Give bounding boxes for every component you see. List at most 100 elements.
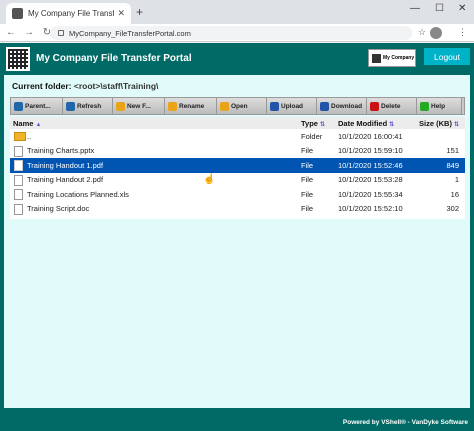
file-list: Name ▲ Type ⇅ Date Modified ⇅ Size (KB) ⇅ ..… <box>10 117 465 219</box>
back-icon[interactable]: ← <box>4 27 18 38</box>
column-size[interactable]: Size (KB) ⇅ <box>419 119 459 128</box>
address-bar[interactable]: MyCompany_FileTransferPortal.com <box>50 26 412 40</box>
parent-button[interactable]: Parent... <box>11 98 63 114</box>
folder-icon <box>14 132 26 141</box>
tab-title: My Company File Transfer Portal <box>28 9 115 18</box>
file-list-header: Name ▲ Type ⇅ Date Modified ⇅ Size (KB) ⇅ <box>10 117 465 129</box>
footer-credit: Powered by VShell® - VanDyke Software <box>342 418 468 426</box>
file-row[interactable]: Training Locations Planned.xls File 10/1/2… <box>10 187 465 202</box>
file-size: 16 <box>450 189 459 199</box>
maximize-icon[interactable]: ☐ <box>435 3 444 14</box>
sort-icon: ⇅ <box>453 121 459 128</box>
file-rows: .. Folder 10/1/2020 16:00:41 Training Chart… <box>10 129 465 216</box>
file-row[interactable]: Training Handout 2.pdf File 10/1/2020 15:5… <box>10 172 465 187</box>
file-date: 10/1/2020 16:00:41 <box>338 131 403 141</box>
refresh-icon <box>66 101 75 111</box>
file-type: File <box>301 204 314 214</box>
action-label: Refresh <box>77 102 102 110</box>
file-size: 302 <box>446 204 459 214</box>
browser-tab-strip: My Company File Transfer Portal ✕ + — ☐ … <box>0 0 474 24</box>
action-label: Help <box>431 102 446 110</box>
action-label: Download <box>331 102 363 110</box>
help-button[interactable]: Help <box>417 98 462 114</box>
file-name: Training Locations Planned.xls <box>27 189 129 199</box>
rename-button[interactable]: Rename <box>165 98 217 114</box>
rename-icon <box>168 101 177 111</box>
file-date: 10/1/2020 15:52:10 <box>338 204 403 214</box>
column-name[interactable]: Name ▲ <box>13 119 41 128</box>
file-browser-panel: Current folder: <root>\staff\Training\ P… <box>4 75 470 408</box>
action-label: Upload <box>281 102 304 110</box>
file-row[interactable]: Training Handout 1.pdf File 10/1/2020 15:5… <box>10 158 465 173</box>
sort-ascending-icon: ▲ <box>35 121 42 128</box>
current-folder-path: <root>\staff\Training\ <box>73 81 159 91</box>
file-size: 151 <box>446 146 459 156</box>
current-folder: Current folder: <root>\staff\Training\ <box>12 81 158 91</box>
logout-button[interactable]: Logout <box>424 48 470 65</box>
file-type: File <box>301 160 314 170</box>
close-window-icon[interactable]: ✕ <box>458 3 466 14</box>
browser-toolbar: ← → ↻ MyCompany_FileTransferPortal.com ☆… <box>0 24 474 42</box>
browser-menu-icon[interactable]: ⋮ <box>458 27 467 38</box>
file-icon <box>14 160 23 171</box>
file-type: File <box>301 189 314 199</box>
action-label: Open <box>231 102 248 110</box>
action-toolbar: Parent... Refresh New F... Rename Open Upload… <box>10 97 465 115</box>
file-icon <box>14 189 23 200</box>
parent-folder-row[interactable]: .. Folder 10/1/2020 16:00:41 <box>10 129 465 144</box>
file-name: Training Charts.pptx <box>27 146 95 156</box>
column-date-modified[interactable]: Date Modified ⇅ <box>338 119 394 128</box>
portal-app: My Company File Transfer Portal My Compa… <box>0 43 474 431</box>
open-button[interactable]: Open <box>217 98 267 114</box>
action-label: Rename <box>179 102 205 110</box>
profile-avatar[interactable] <box>430 27 442 39</box>
minimize-icon[interactable]: — <box>410 3 420 14</box>
file-type: File <box>301 175 314 185</box>
forward-icon[interactable]: → <box>22 27 36 38</box>
new-folder-icon <box>116 101 125 111</box>
file-type: Folder <box>301 131 323 141</box>
download-icon <box>320 101 329 111</box>
current-folder-label: Current folder: <box>12 81 72 91</box>
upload-button[interactable]: Upload <box>267 98 317 114</box>
bookmark-star-icon[interactable]: ☆ <box>418 27 426 38</box>
file-type: File <box>301 146 314 156</box>
file-date: 10/1/2020 15:55:34 <box>338 189 403 199</box>
file-icon <box>14 203 23 215</box>
help-icon <box>420 101 429 111</box>
file-name: Training Script.doc <box>27 204 90 214</box>
open-folder-icon <box>220 101 229 111</box>
site-favicon-icon <box>12 8 23 19</box>
file-row[interactable]: Training Charts.pptx File 10/1/2020 15:59:… <box>10 143 465 158</box>
file-date: 10/1/2020 15:52:46 <box>338 160 403 170</box>
action-label: Delete <box>381 102 401 110</box>
file-size: 849 <box>446 160 459 170</box>
sort-icon: ⇅ <box>389 121 395 128</box>
file-size: 1 <box>454 175 459 185</box>
new-f-button[interactable]: New F... <box>113 98 165 114</box>
company-logo-text: My Company <box>383 55 415 61</box>
file-name: Training Handout 2.pdf <box>27 175 104 185</box>
download-button[interactable]: Download <box>317 98 367 114</box>
file-row[interactable]: Training Script.doc File 10/1/2020 15:52:1… <box>10 201 465 216</box>
sort-icon: ⇅ <box>319 121 325 128</box>
address-url: MyCompany_FileTransferPortal.com <box>69 28 191 38</box>
file-date: 10/1/2020 15:59:10 <box>338 146 403 156</box>
browser-tab[interactable]: My Company File Transfer Portal ✕ <box>6 3 131 24</box>
refresh-button[interactable]: Refresh <box>63 98 113 114</box>
new-tab-icon[interactable]: + <box>136 5 143 19</box>
portal-qr-logo-icon <box>6 47 30 71</box>
column-type[interactable]: Type ⇅ <box>301 119 325 128</box>
file-name: Training Handout 1.pdf <box>27 160 104 170</box>
delete-icon <box>370 101 379 111</box>
mouse-pointer-icon: ☝ <box>203 174 216 185</box>
action-label: New F... <box>127 102 151 110</box>
close-tab-icon[interactable]: ✕ <box>117 8 125 19</box>
delete-button[interactable]: Delete <box>367 98 417 114</box>
company-logo: My Company <box>368 49 416 67</box>
parent-folder-icon <box>14 101 23 111</box>
portal-title: My Company File Transfer Portal <box>36 53 192 64</box>
file-icon <box>14 174 23 186</box>
lock-icon <box>58 30 64 36</box>
file-icon <box>14 145 23 157</box>
